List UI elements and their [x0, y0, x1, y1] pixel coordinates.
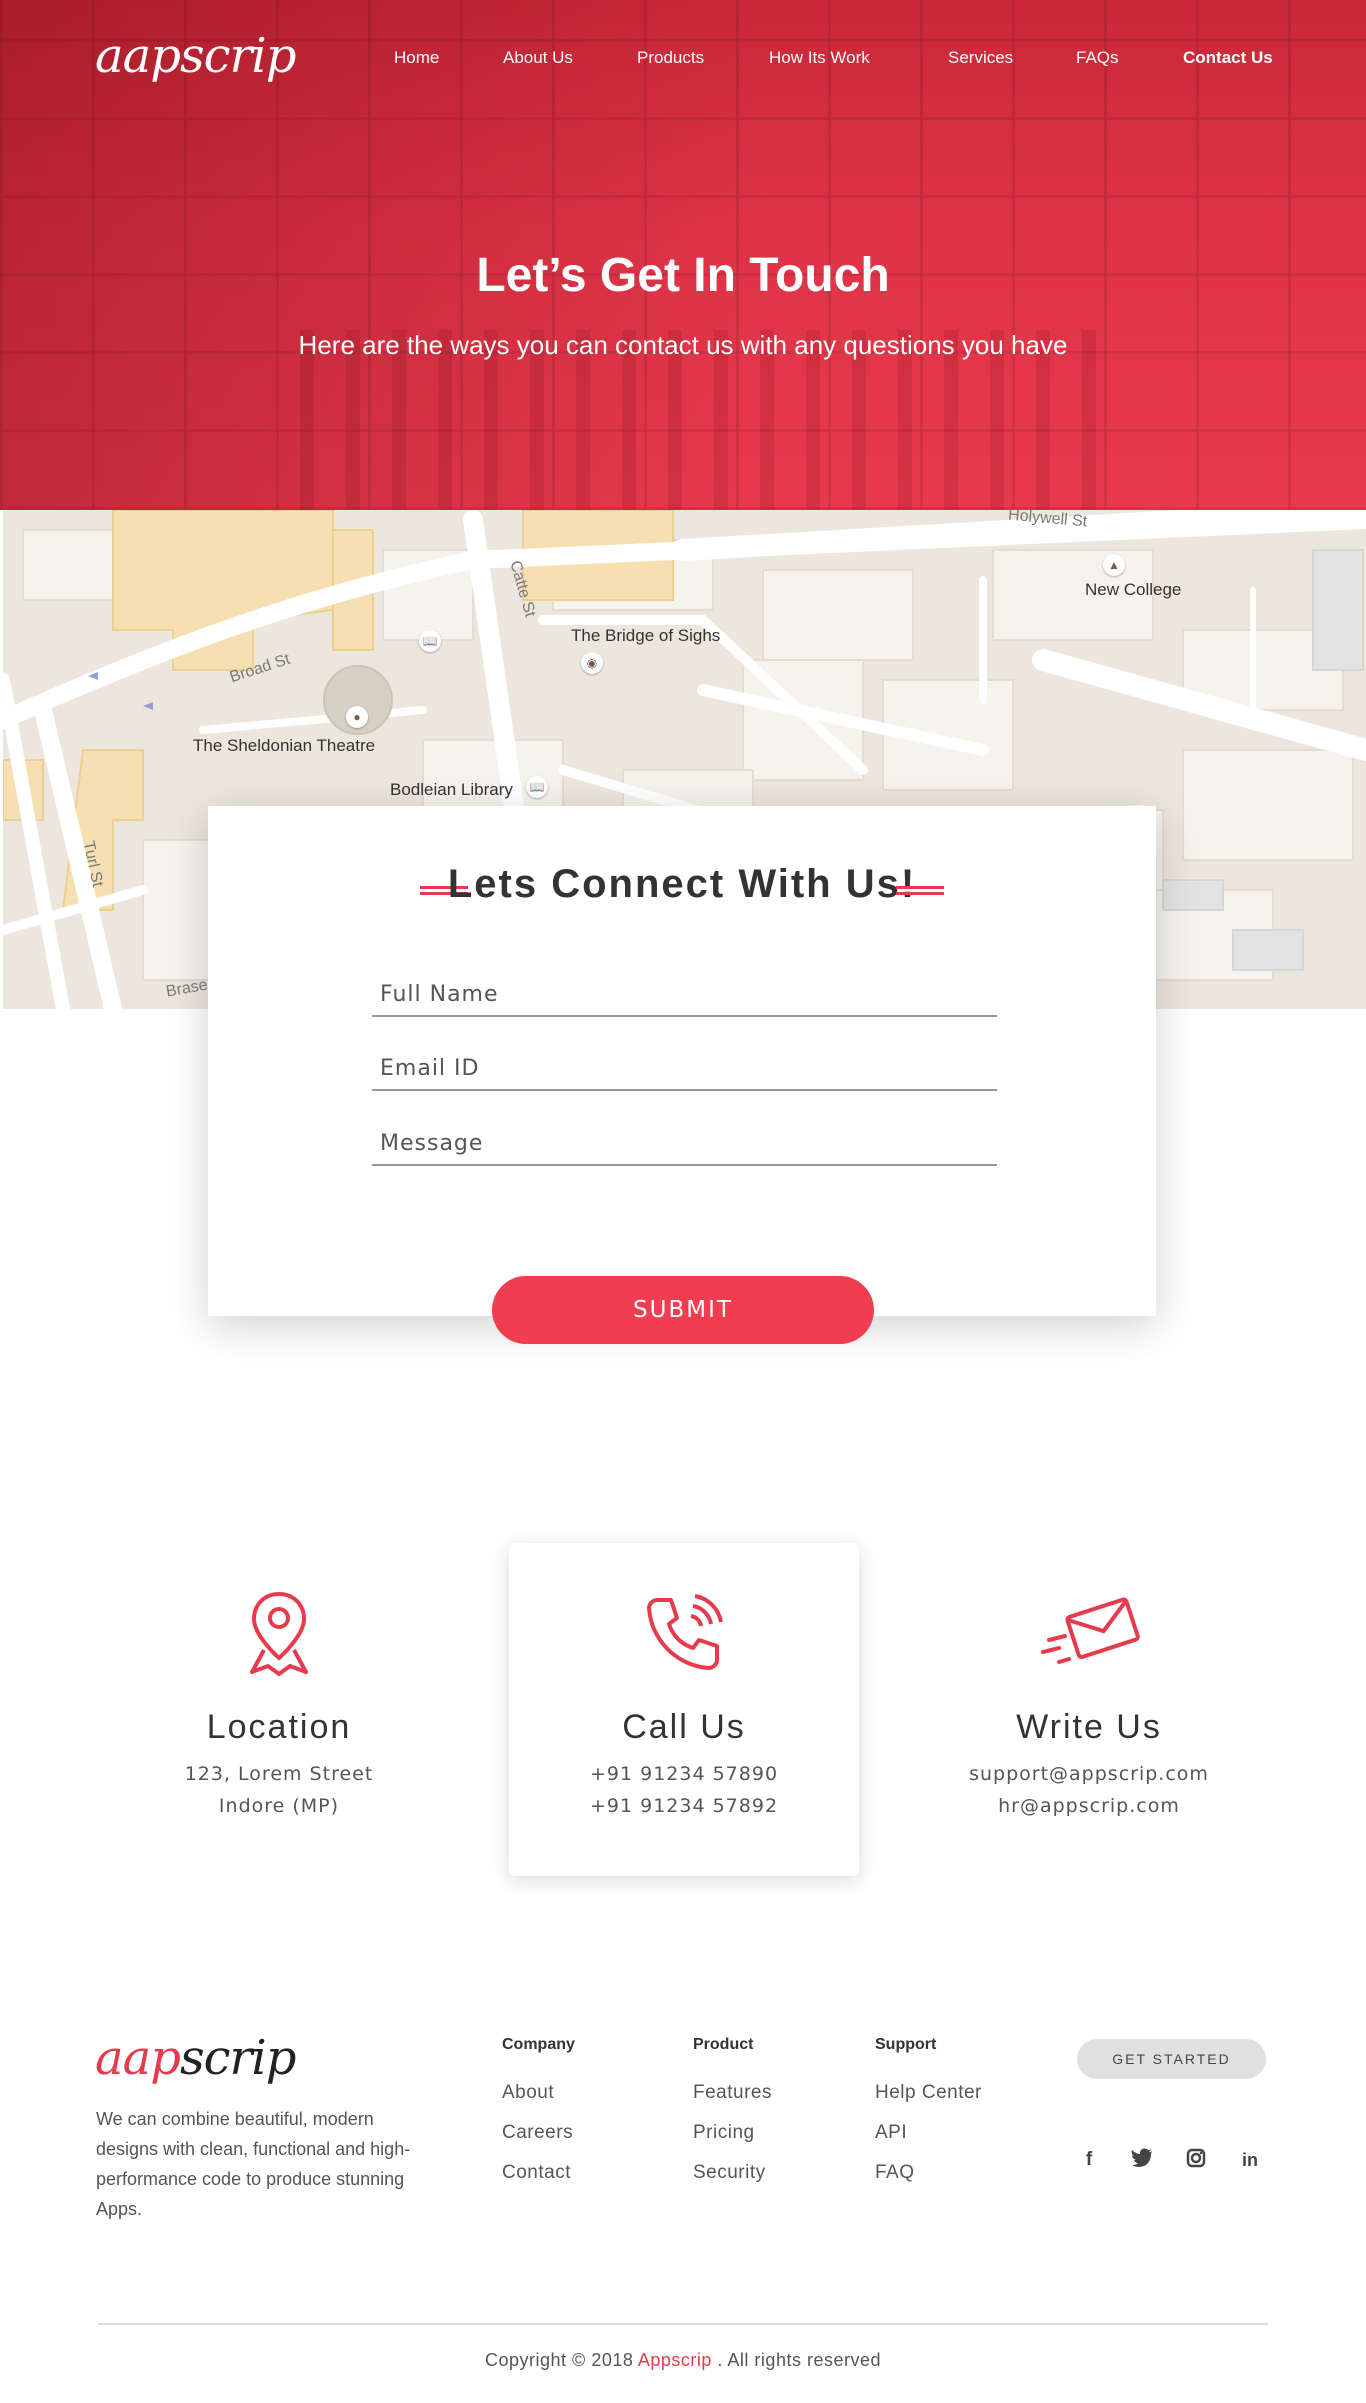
submit-button[interactable]: SUBMIT	[492, 1276, 874, 1344]
footer-link-careers[interactable]: Careers	[502, 2122, 575, 2144]
map-label-bridge-of-sighs: The Bridge of Sighs	[571, 626, 721, 645]
copyright-prefix: Copyright © 2018	[485, 2350, 634, 2370]
footer-link-pricing[interactable]: Pricing	[693, 2122, 772, 2144]
email-input[interactable]	[372, 1056, 997, 1081]
footer-link-faq[interactable]: FAQ	[875, 2162, 982, 2184]
footer-col-company: Company About Careers Contact	[502, 2036, 575, 2202]
footer-heading-support: Support	[875, 2036, 937, 2053]
call-us-card: Call Us +91 91234 57890 +91 91234 57892	[509, 1543, 859, 1876]
title-decoration-right	[896, 886, 944, 895]
bodleian-poi-icon[interactable]: 📖	[526, 776, 548, 798]
footer-link-about[interactable]: About	[502, 2082, 575, 2104]
copyright: Copyright © 2018 Appscrip . All rights r…	[0, 2350, 1366, 2371]
theatre-poi-icon[interactable]: ●	[346, 706, 368, 728]
footer-col-product: Product Features Pricing Security	[693, 2036, 772, 2202]
nav-contact-us[interactable]: Contact Us	[1183, 48, 1273, 68]
contact-form-card: Lets Connect With Us!	[208, 806, 1156, 1316]
facebook-icon[interactable]: f	[1077, 2148, 1101, 2172]
message-field	[372, 1131, 997, 1166]
hero-subtitle: Here are the ways you can contact us wit…	[298, 330, 1068, 360]
footer-heading-product: Product	[693, 2036, 754, 2053]
footer-logo-red: aap	[95, 2030, 181, 2086]
main-nav: Home About Us Products How Its Work Serv…	[0, 48, 1366, 72]
library-poi-icon[interactable]: 📖	[419, 630, 441, 652]
instagram-icon[interactable]	[1184, 2148, 1208, 2172]
nav-home[interactable]: Home	[394, 48, 439, 68]
copyright-suffix: . All rights reserved	[717, 2350, 881, 2370]
footer-logo-dark: scrip	[179, 2030, 297, 2086]
form-title: Lets Connect With Us!	[447, 862, 917, 906]
twitter-icon[interactable]	[1130, 2148, 1154, 2172]
hero-title: Let’s Get In Touch	[476, 249, 890, 302]
email-field	[372, 1056, 997, 1091]
location-line1: 123, Lorem Street	[184, 1763, 374, 1785]
phone-number-1[interactable]: +91 91234 57890	[509, 1763, 859, 1785]
location-pin-icon	[104, 1588, 454, 1678]
envelope-icon	[914, 1588, 1264, 1678]
footer-link-features[interactable]: Features	[693, 2082, 772, 2104]
nav-how-its-work[interactable]: How Its Work	[769, 48, 870, 68]
nav-services[interactable]: Services	[948, 48, 1013, 68]
footer-divider	[98, 2323, 1268, 2325]
footer-logo[interactable]: aapscrip	[95, 2030, 297, 2086]
write-us-title: Write Us	[1016, 1708, 1162, 1746]
location-block: Location 123, Lorem Street Indore (MP)	[104, 1543, 454, 1876]
footer-link-help-center[interactable]: Help Center	[875, 2082, 982, 2104]
nav-about-us[interactable]: About Us	[503, 48, 573, 68]
map-label-new-college: New College	[1085, 580, 1182, 599]
nav-faqs[interactable]: FAQs	[1076, 48, 1119, 68]
camera-poi-icon[interactable]: ◉	[581, 652, 603, 674]
footer-link-api[interactable]: API	[875, 2122, 982, 2144]
write-us-block: Write Us support@appscrip.com hr@appscri…	[914, 1543, 1264, 1876]
linkedin-icon[interactable]: in	[1238, 2148, 1262, 2172]
phone-number-2[interactable]: +91 91234 57892	[509, 1795, 859, 1817]
copyright-brand-link[interactable]: Appscrip	[638, 2350, 712, 2370]
college-poi-icon[interactable]: ▲	[1103, 554, 1125, 576]
location-line2: Indore (MP)	[218, 1795, 340, 1817]
full-name-input[interactable]	[372, 982, 997, 1007]
full-name-field	[372, 982, 997, 1017]
footer-heading-company: Company	[502, 2036, 575, 2053]
message-input[interactable]	[372, 1131, 997, 1156]
footer-description: We can combine beautiful, modern designs…	[96, 2109, 411, 2219]
support-email[interactable]: support@appscrip.com	[914, 1763, 1264, 1785]
footer-col-support: Support Help Center API FAQ	[875, 2036, 982, 2202]
get-started-button[interactable]: GET STARTED	[1077, 2039, 1266, 2079]
hr-email[interactable]: hr@appscrip.com	[914, 1795, 1264, 1817]
phone-icon	[509, 1588, 859, 1678]
map-label-bodleian-library: Bodleian Library	[390, 780, 513, 799]
location-title: Location	[206, 1708, 352, 1746]
footer-link-contact[interactable]: Contact	[502, 2162, 575, 2184]
footer-link-security[interactable]: Security	[693, 2162, 772, 2184]
call-us-title: Call Us	[622, 1708, 746, 1746]
nav-products[interactable]: Products	[637, 48, 704, 68]
map-label-sheldonian-theatre: The Sheldonian Theatre	[193, 736, 376, 755]
